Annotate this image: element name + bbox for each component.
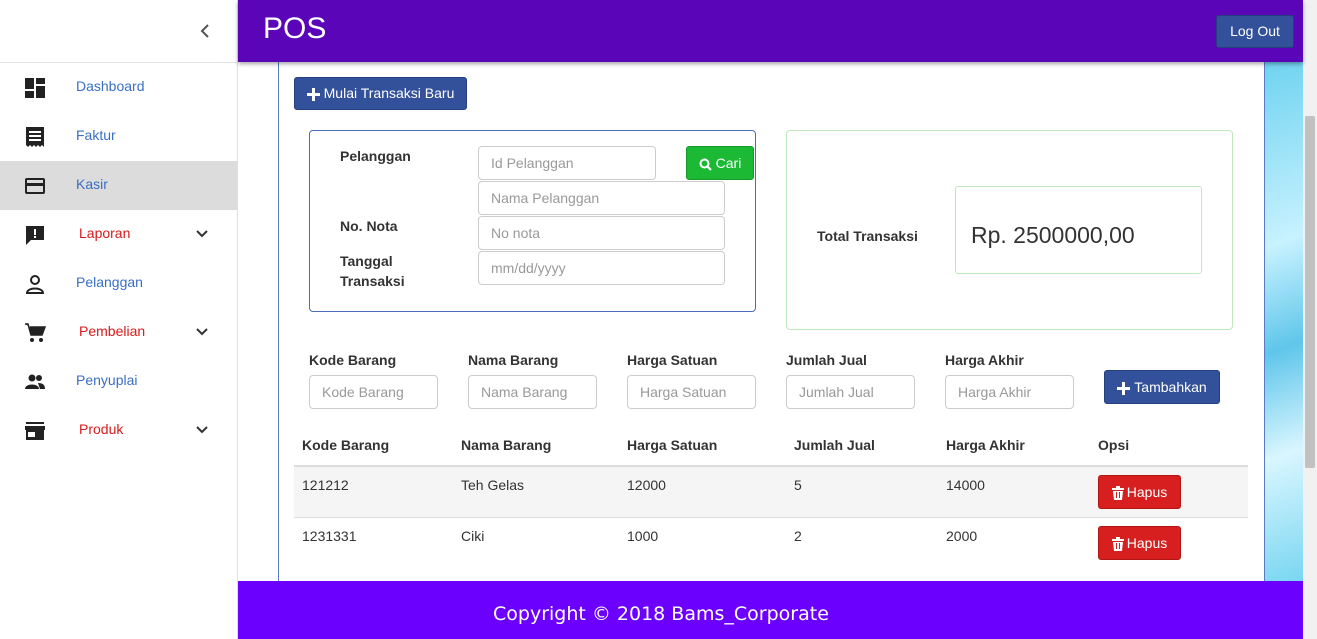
delete-label: Hapus [1126, 484, 1168, 500]
sidebar-item-faktur[interactable]: Faktur [0, 112, 237, 161]
person-icon [25, 275, 45, 294]
customer-id-input[interactable] [478, 146, 656, 180]
final-price-label: Harga Akhir [945, 352, 1024, 368]
item-code-input[interactable] [309, 375, 438, 409]
trash-icon [1111, 486, 1124, 501]
plus-icon [1117, 381, 1131, 395]
total-value: Rp. 2500000,00 [971, 222, 1135, 248]
sidebar-item-label: Dashboard [76, 78, 145, 94]
delete-label: Hapus [1126, 535, 1168, 551]
column-header-name: Nama Barang [461, 437, 552, 453]
report-icon [26, 226, 44, 245]
column-header-code: Kode Barang [302, 437, 390, 453]
chevron-left-icon[interactable] [197, 21, 215, 41]
customer-name-input[interactable] [478, 181, 725, 215]
search-icon [699, 158, 712, 171]
cell-price: 1000 [627, 528, 659, 544]
plus-icon [306, 87, 320, 101]
column-header-options: Opsi [1098, 437, 1130, 453]
sidebar-item-pelanggan[interactable]: Pelanggan [0, 259, 237, 308]
cell-quantity: 2 [794, 528, 802, 544]
total-label: Total Transaksi [817, 228, 918, 244]
add-item-button[interactable]: Tambahkan [1104, 370, 1220, 404]
sidebar-item-label: Laporan [79, 225, 131, 241]
cell-quantity: 5 [794, 477, 802, 493]
credit-card-icon [25, 178, 45, 194]
sidebar-item-produk[interactable]: Produk [0, 406, 237, 455]
cell-final: 2000 [946, 528, 978, 544]
delete-button[interactable]: Hapus [1098, 526, 1181, 560]
search-label: Cari [715, 155, 742, 171]
delete-button[interactable]: Hapus [1098, 475, 1181, 509]
chevron-down-icon [196, 230, 208, 238]
date-label-line1: Tanggal [340, 253, 393, 269]
app-header: POS Log Out [238, 0, 1303, 62]
sidebar-item-dashboard[interactable]: Dashboard [0, 63, 237, 112]
table-row: 1231331 Ciki 1000 2 2000 Hapus [294, 518, 1248, 569]
column-header-price: Harga Satuan [627, 437, 718, 453]
new-transaction-label: Mulai Transaksi Baru [323, 85, 455, 101]
decorative-background [1264, 62, 1303, 581]
people-icon [25, 374, 45, 389]
new-transaction-button[interactable]: Mulai Transaksi Baru [294, 77, 467, 110]
chevron-down-icon [196, 426, 208, 434]
transaction-date-input[interactable] [478, 251, 725, 285]
cart-icon [25, 323, 46, 342]
dashboard-icon [25, 78, 45, 98]
sidebar-top [0, 0, 237, 63]
sidebar-item-label: Produk [79, 421, 124, 437]
sidebar: Dashboard Faktur Kasir Laporan Pelanggan… [0, 0, 238, 639]
cell-price: 12000 [627, 477, 666, 493]
column-header-quantity: Jumlah Jual [794, 437, 875, 453]
sidebar-item-penyuplai[interactable]: Penyuplai [0, 357, 237, 406]
search-button[interactable]: Cari [686, 146, 754, 180]
item-name-input[interactable] [468, 375, 597, 409]
quantity-input[interactable] [786, 375, 915, 409]
item-code-label: Kode Barang [309, 352, 397, 368]
app-title: POS [263, 12, 327, 45]
unit-price-label: Harga Satuan [627, 352, 718, 368]
sidebar-item-label: Penyuplai [76, 372, 138, 388]
footer: Copyright © 2018 Bams_Corporate [238, 581, 1303, 639]
chevron-down-icon [196, 328, 208, 336]
item-name-label: Nama Barang [468, 352, 559, 368]
invoice-label: No. Nota [340, 218, 398, 234]
content-background [238, 62, 279, 581]
logout-button[interactable]: Log Out [1216, 15, 1294, 48]
scrollbar-thumb[interactable] [1305, 116, 1315, 468]
sidebar-item-kasir[interactable]: Kasir [0, 161, 237, 210]
cell-code: 1231331 [302, 528, 357, 544]
add-item-label: Tambahkan [1134, 379, 1207, 395]
receipt-icon [26, 127, 44, 147]
copyright-text: Copyright © 2018 Bams_Corporate [493, 603, 829, 625]
cell-final: 14000 [946, 477, 985, 493]
store-icon [25, 422, 45, 440]
date-label-line2: Transaksi [340, 273, 405, 289]
unit-price-input[interactable] [627, 375, 756, 409]
final-price-input[interactable] [945, 375, 1074, 409]
cell-name: Teh Gelas [461, 477, 525, 493]
sidebar-item-pembelian[interactable]: Pembelian [0, 308, 237, 357]
cell-name: Ciki [461, 528, 485, 544]
sidebar-item-label: Faktur [76, 127, 116, 143]
column-header-final: Harga Akhir [946, 437, 1025, 453]
sidebar-item-laporan[interactable]: Laporan [0, 210, 237, 259]
sidebar-item-label: Pelanggan [76, 274, 143, 290]
invoice-number-input[interactable] [478, 216, 725, 250]
sidebar-item-label: Kasir [76, 176, 108, 192]
cell-code: 121212 [302, 477, 349, 493]
customer-label: Pelanggan [340, 148, 411, 164]
table-row: 121212 Teh Gelas 12000 5 14000 Hapus [294, 467, 1248, 518]
trash-icon [1111, 537, 1124, 552]
sidebar-item-label: Pembelian [79, 323, 146, 339]
quantity-label: Jumlah Jual [786, 352, 867, 368]
